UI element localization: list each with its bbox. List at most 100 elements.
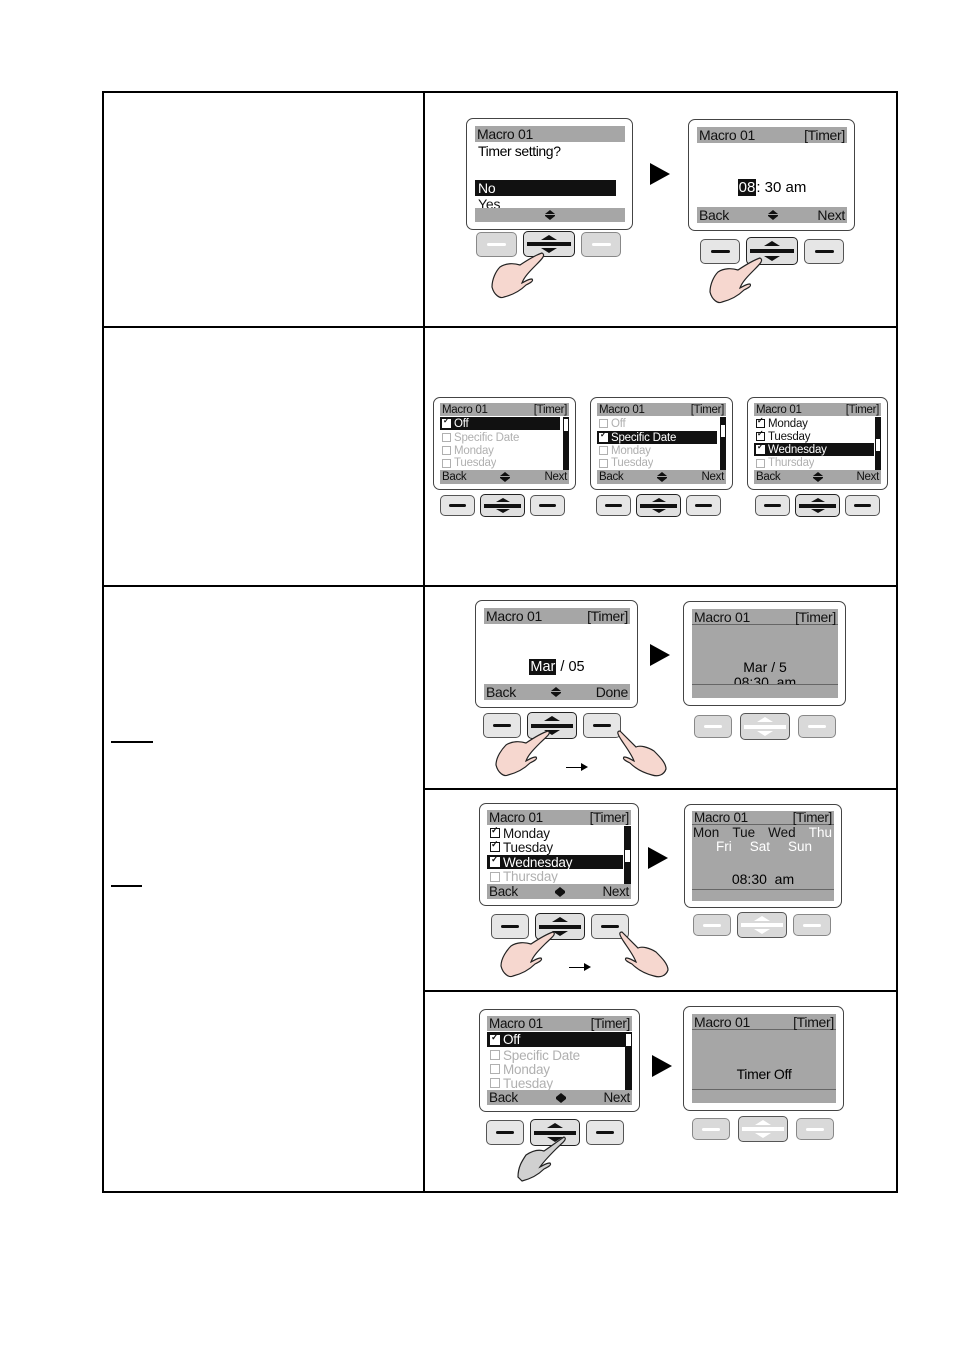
back-label: Back [442, 471, 467, 483]
navigation-button[interactable] [737, 912, 787, 938]
navigation-button[interactable] [738, 1116, 788, 1142]
scrollbar[interactable] [875, 417, 881, 470]
up-down-icon [555, 1092, 566, 1103]
list-item-tuesday[interactable]: Tuesday [440, 457, 496, 469]
month-field[interactable]: Mar [529, 659, 557, 675]
list-item-thursday[interactable]: Thursday [754, 457, 814, 469]
right-soft-button[interactable] [793, 914, 831, 936]
right-soft-button[interactable] [798, 715, 836, 738]
right-soft-button[interactable] [686, 495, 721, 516]
list-item-specific-date[interactable]: Specific Date [440, 431, 519, 444]
list-item-tuesday[interactable]: Tuesday [487, 1076, 553, 1090]
navigation-button[interactable] [795, 494, 840, 517]
day-fri: Fri [716, 839, 732, 854]
right-soft-button[interactable] [845, 495, 880, 516]
next-label: Next [856, 471, 880, 483]
device-screen-weekly-result: Macro 01 [Timer] Mon Tue Wed Thu Fri Sat… [684, 804, 842, 908]
list-item-monday[interactable]: Monday [487, 826, 550, 841]
screen-title: Macro 01 [694, 608, 750, 625]
right-soft-button[interactable] [804, 238, 844, 264]
left-soft-button[interactable] [440, 495, 475, 516]
list-item-tuesday[interactable]: Tuesday [597, 457, 653, 469]
device-buttons [692, 1116, 834, 1142]
screen-tag: [Timer] [795, 608, 836, 625]
row-divider-1 [102, 326, 898, 328]
back-label: Back [756, 471, 781, 483]
option-no[interactable]: No [475, 180, 616, 196]
list-item-monday[interactable]: Monday [487, 1062, 550, 1077]
list-item-monday[interactable]: Monday [440, 444, 494, 457]
day-mon: Mon [693, 825, 720, 840]
scrollbar[interactable] [624, 826, 631, 884]
pointing-hand-icon [495, 730, 550, 777]
next-step-arrow [652, 1055, 672, 1077]
subrow-divider-2 [423, 990, 898, 992]
device-screen-timer-off-result: Macro 01 [Timer] Timer Off [683, 1006, 844, 1111]
scrollbar[interactable] [625, 1032, 632, 1090]
hour-field[interactable]: 08 [737, 179, 757, 196]
navigation-button[interactable] [480, 494, 525, 517]
navigation-button[interactable] [740, 713, 790, 740]
left-soft-button[interactable] [596, 495, 631, 516]
day-field[interactable]: 05 [568, 659, 584, 675]
next-step-arrow [648, 847, 668, 869]
screen-title: Macro 01 [694, 810, 748, 825]
list-item-specific-date[interactable]: Specific Date [487, 1048, 580, 1063]
list-item-thursday[interactable]: Thursday [487, 870, 558, 883]
date-display: Mar / 05 [529, 659, 585, 675]
device-screen-set-time: Macro 01 [Timer] 08: 30 am Back Next [688, 119, 855, 231]
scrollbar[interactable] [563, 417, 569, 470]
list-item-wednesday[interactable]: Wednesday [754, 443, 874, 456]
pointing-hand-icon [517, 1136, 566, 1182]
list-item-wednesday[interactable]: Wednesday [487, 855, 623, 870]
note-underline-2 [111, 885, 142, 887]
right-soft-button[interactable] [581, 231, 621, 257]
screen-tag: [Timer] [533, 403, 568, 416]
next-label: Next [701, 471, 725, 483]
back-label: Back [599, 471, 624, 483]
right-soft-button[interactable] [586, 1120, 624, 1145]
list-item-specific-date[interactable]: Specific Date [597, 431, 717, 444]
device-buttons [694, 713, 836, 740]
left-soft-button[interactable] [693, 914, 731, 936]
list-item-off[interactable]: Off [597, 417, 626, 430]
up-down-icon [550, 687, 561, 697]
screen-tag: [Timer] [590, 1016, 631, 1031]
screen-tag: [Timer] [690, 403, 725, 416]
list-item-off[interactable]: Off [440, 417, 560, 430]
left-soft-button[interactable] [755, 495, 790, 516]
minute-ampm: 30 am [764, 179, 807, 196]
pointing-hand-icon [617, 730, 667, 777]
device-screen-set-date: Macro 01 [Timer] Mar / 05 Back Done [475, 600, 638, 708]
device-buttons [440, 494, 565, 517]
right-soft-button[interactable] [530, 495, 565, 516]
next-label: Next [602, 884, 629, 899]
screen-title: Macro 01 [489, 810, 543, 825]
list-item-monday[interactable]: Monday [597, 444, 651, 457]
next-step-arrow [650, 163, 670, 185]
left-soft-button[interactable] [692, 1118, 730, 1140]
up-down-icon [555, 886, 566, 897]
screen-title: Macro 01 [489, 1016, 543, 1031]
time-display: 08: 30 am [737, 179, 807, 196]
next-step-arrow [650, 644, 670, 666]
up-down-icon [500, 472, 511, 482]
left-soft-button[interactable] [694, 715, 732, 738]
time-text: 08:30 am [731, 871, 795, 887]
right-soft-button[interactable] [796, 1118, 834, 1140]
list-item-tuesday[interactable]: Tuesday [487, 840, 553, 855]
screen-title: Macro 01 [694, 1013, 750, 1030]
up-down-icon [813, 472, 824, 482]
screen-title: Macro 01 [699, 127, 755, 143]
device-screen-weekdays: Macro 01 [Timer] Monday Tuesday Wednesda… [479, 803, 639, 906]
list-item-off[interactable]: Off [487, 1032, 625, 1047]
pointing-hand-icon [709, 257, 763, 304]
navigation-button[interactable] [636, 494, 681, 517]
screen-tag: [Timer] [845, 403, 880, 416]
device-screen-timer-prompt: Macro 01 Timer setting? No Yes [466, 118, 633, 230]
pointing-hand-icon [619, 931, 669, 978]
device-screen-timer-off: Macro 01 [Timer] Off Specific Date Monda… [433, 397, 576, 490]
scrollbar[interactable] [720, 417, 726, 470]
back-label: Back [486, 684, 516, 700]
device-screen-specific-date: Macro 01 [Timer] Off Specific Date Monda… [590, 397, 733, 490]
